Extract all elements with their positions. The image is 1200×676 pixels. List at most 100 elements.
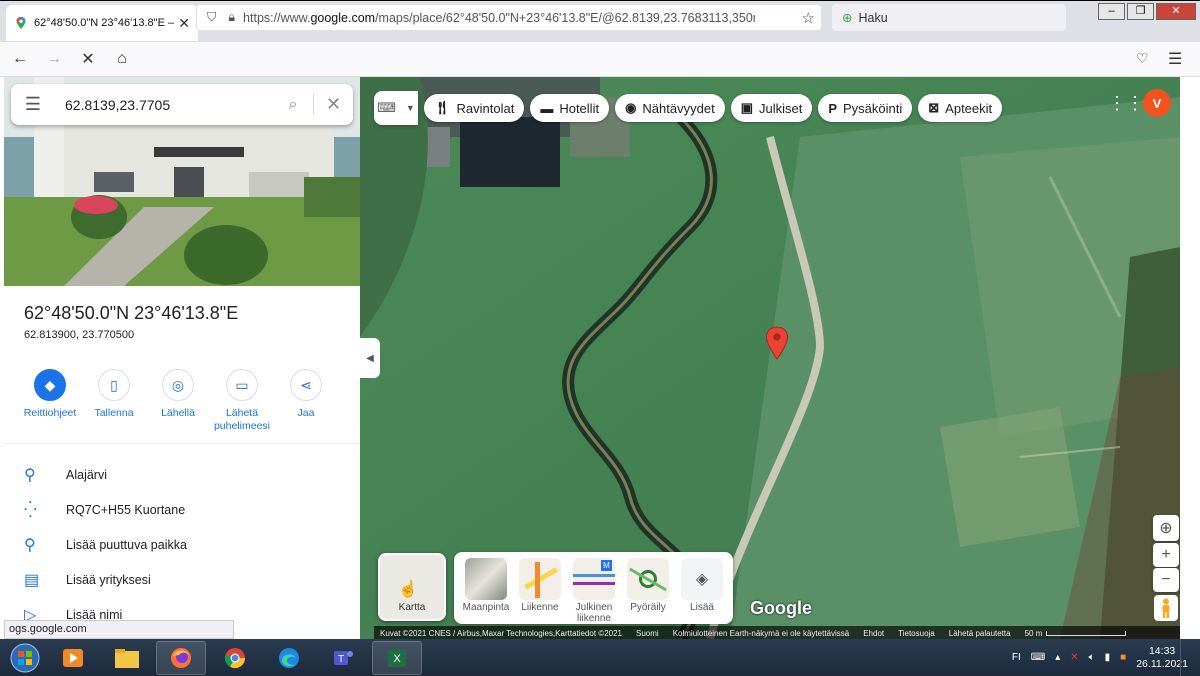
fork-knife-icon: 🍴︎ <box>434 100 451 115</box>
privacy-link[interactable]: Tietosuoja <box>898 629 935 638</box>
edge-icon <box>279 647 299 668</box>
url-bar[interactable]: ⛉ 🔒︎ https://www. google.com/maps/place/6… <box>196 4 822 31</box>
forward-icon[interactable]: → <box>40 45 68 73</box>
search-icon[interactable]: ⌕ <box>273 96 313 114</box>
feedback-link[interactable]: Lähetä palautetta <box>949 629 1011 638</box>
search-input[interactable]: 62.8139,23.7705 <box>55 97 273 113</box>
chip-pharmacies[interactable]: ⊠ Apteekit <box>918 94 1003 122</box>
collapse-panel-button[interactable]: ◀ <box>360 338 380 378</box>
hand-cursor-icon: ☝ <box>398 581 418 598</box>
layer-traffic[interactable]: Liikenne <box>518 558 562 624</box>
layer-more[interactable]: ◈ Lisää <box>680 558 724 624</box>
cycling-icon <box>627 558 669 600</box>
taskbar-edge[interactable] <box>264 641 314 675</box>
info-row-municipality[interactable]: ⚲ Alajärvi <box>4 457 360 492</box>
scale-label: 50 m <box>1024 628 1043 638</box>
start-button[interactable] <box>6 641 44 675</box>
share-icon: ⋖ <box>290 369 322 401</box>
screen: 62°48'50.0"N 23°46'13.8"E – Goo ✕ + – ❐ … <box>0 0 1200 676</box>
show-hidden-icons-icon[interactable]: ▴ <box>1055 652 1060 663</box>
send-to-phone-button[interactable]: ▭ Lähetä puhelimeesi <box>210 369 274 433</box>
chip-transit[interactable]: ▣ Julkiset <box>730 94 813 122</box>
taskbar-teams[interactable]: T <box>318 641 368 675</box>
keyboard-tray-icon[interactable]: ⌨ <box>1031 652 1045 663</box>
layer-label: Pyöräily <box>630 602 666 613</box>
info-row-plus-code[interactable]: ⁛ RQ7C+H55 Kuortane <box>4 492 360 527</box>
info-row-add-place[interactable]: ⚲ Lisää puuttuva paikka <box>4 527 360 562</box>
google-logo: Google <box>750 598 812 618</box>
shield-icon[interactable]: ⛉ <box>207 10 216 25</box>
zoom-in-button[interactable]: + <box>1153 543 1179 567</box>
my-location-button[interactable]: ⊕ <box>1153 515 1179 541</box>
camera-icon: ◉ <box>625 100 637 115</box>
layer-transit[interactable]: M Julkinen liikenne <box>572 558 616 624</box>
map-footer: Kuvat ©2021 CNES / Airbus,Maxar Technolo… <box>374 626 1180 640</box>
browser-menu-icon[interactable]: ☰ <box>1168 49 1182 69</box>
home-icon[interactable]: ⌂ <box>108 45 136 73</box>
info-row-add-business[interactable]: ▤ Lisää yrityksesi <box>4 562 360 597</box>
url-prefix: https://www. <box>243 10 311 25</box>
imagery-attribution: Kuvat ©2021 CNES / Airbus,Maxar Technolo… <box>380 628 622 638</box>
info-row-text: Lisää puuttuva paikka <box>66 537 187 552</box>
chip-hotels[interactable]: ▬ Hotellit <box>530 94 610 122</box>
phone-icon: ▭ <box>226 369 258 401</box>
update-icon[interactable]: ■ <box>1120 652 1126 663</box>
media-player-icon <box>63 648 83 667</box>
pocket-icon[interactable]: ♡ <box>1136 50 1149 67</box>
layer-cycling[interactable]: Pyöräily <box>626 558 670 624</box>
lock-icon[interactable]: 🔒︎ <box>228 10 235 25</box>
terrain-icon <box>465 558 507 600</box>
share-button[interactable]: ⋖ Jaa <box>274 369 338 433</box>
location-marker-icon[interactable] <box>765 326 789 360</box>
show-desktop-button[interactable] <box>1180 639 1200 676</box>
layer-label: Julkinen liikenne <box>575 602 613 624</box>
transit-icon: M <box>573 558 615 600</box>
action-label: Lähetä puhelimeesi <box>213 407 271 432</box>
directions-button[interactable]: ◆ Reittiohjeet <box>18 369 82 433</box>
terms-link[interactable]: Ehdot <box>863 629 884 638</box>
browser-search-field[interactable]: ⊕ Haku <box>832 4 1066 31</box>
minimize-button[interactable]: – <box>1098 3 1125 20</box>
nearby-button[interactable]: ◎ Lähellä <box>146 369 210 433</box>
account-avatar[interactable]: V <box>1143 89 1171 117</box>
zoom-out-button[interactable]: − <box>1153 568 1179 592</box>
keyboard-toggle-button[interactable]: ⌨ ▼ <box>374 91 418 125</box>
volume-icon[interactable]: 🔈︎ <box>1089 652 1095 663</box>
taskbar-excel[interactable]: X <box>372 640 422 675</box>
maximize-button[interactable]: ❐ <box>1127 3 1154 20</box>
input-language[interactable]: FI <box>1012 652 1021 663</box>
taskbar-media-player[interactable] <box>48 641 98 675</box>
country-link[interactable]: Suomi <box>636 629 659 638</box>
layers-stack-icon: ◈ <box>681 558 723 600</box>
menu-icon[interactable]: ☰ <box>11 94 55 115</box>
clear-search-icon[interactable]: ✕ <box>313 94 353 115</box>
battery-icon[interactable]: ▮ <box>1105 652 1111 663</box>
bookmark-icon: ▯ <box>98 369 130 401</box>
link-status-bar: ogs.google.com <box>4 620 234 639</box>
window-close-button[interactable]: ✕ <box>1156 3 1196 20</box>
map-type-toggle[interactable]: ☝ Kartta <box>378 553 446 621</box>
taskbar-firefox[interactable] <box>156 640 206 675</box>
network-icon[interactable]: ✕ <box>1070 652 1078 663</box>
tab-close-icon[interactable]: ✕ <box>178 15 190 32</box>
scale-indicator[interactable]: 50 m <box>1025 629 1127 638</box>
back-icon[interactable]: ← <box>6 45 34 73</box>
chrome-icon <box>224 647 246 668</box>
pegman-button[interactable] <box>1154 595 1178 621</box>
action-label: Tallenna <box>94 407 134 419</box>
maps-search-box[interactable]: ☰ 62.8139,23.7705 ⌕ ✕ <box>11 84 353 125</box>
bed-icon: ▬ <box>540 100 554 116</box>
taskbar-chrome[interactable] <box>210 641 260 675</box>
chip-parking[interactable]: P Pysäköinti <box>818 94 913 122</box>
chip-restaurants[interactable]: 🍴︎ Ravintolat <box>424 94 525 122</box>
bookmark-star-icon[interactable]: ☆ <box>802 9 815 27</box>
chip-attractions[interactable]: ◉ Nähtävyydet <box>615 94 725 122</box>
directions-icon: ◆ <box>34 369 66 401</box>
stop-loading-icon[interactable]: ✕ <box>74 45 102 73</box>
browser-tab[interactable]: 62°48'50.0"N 23°46'13.8"E – Goo ✕ <box>6 5 198 41</box>
save-button[interactable]: ▯ Tallenna <box>82 369 146 433</box>
keyboard-icon: ⌨ <box>377 100 396 115</box>
taskbar-explorer[interactable] <box>102 641 152 675</box>
layer-terrain[interactable]: Maanpinta <box>463 558 509 624</box>
nearby-icon: ◎ <box>162 369 194 401</box>
